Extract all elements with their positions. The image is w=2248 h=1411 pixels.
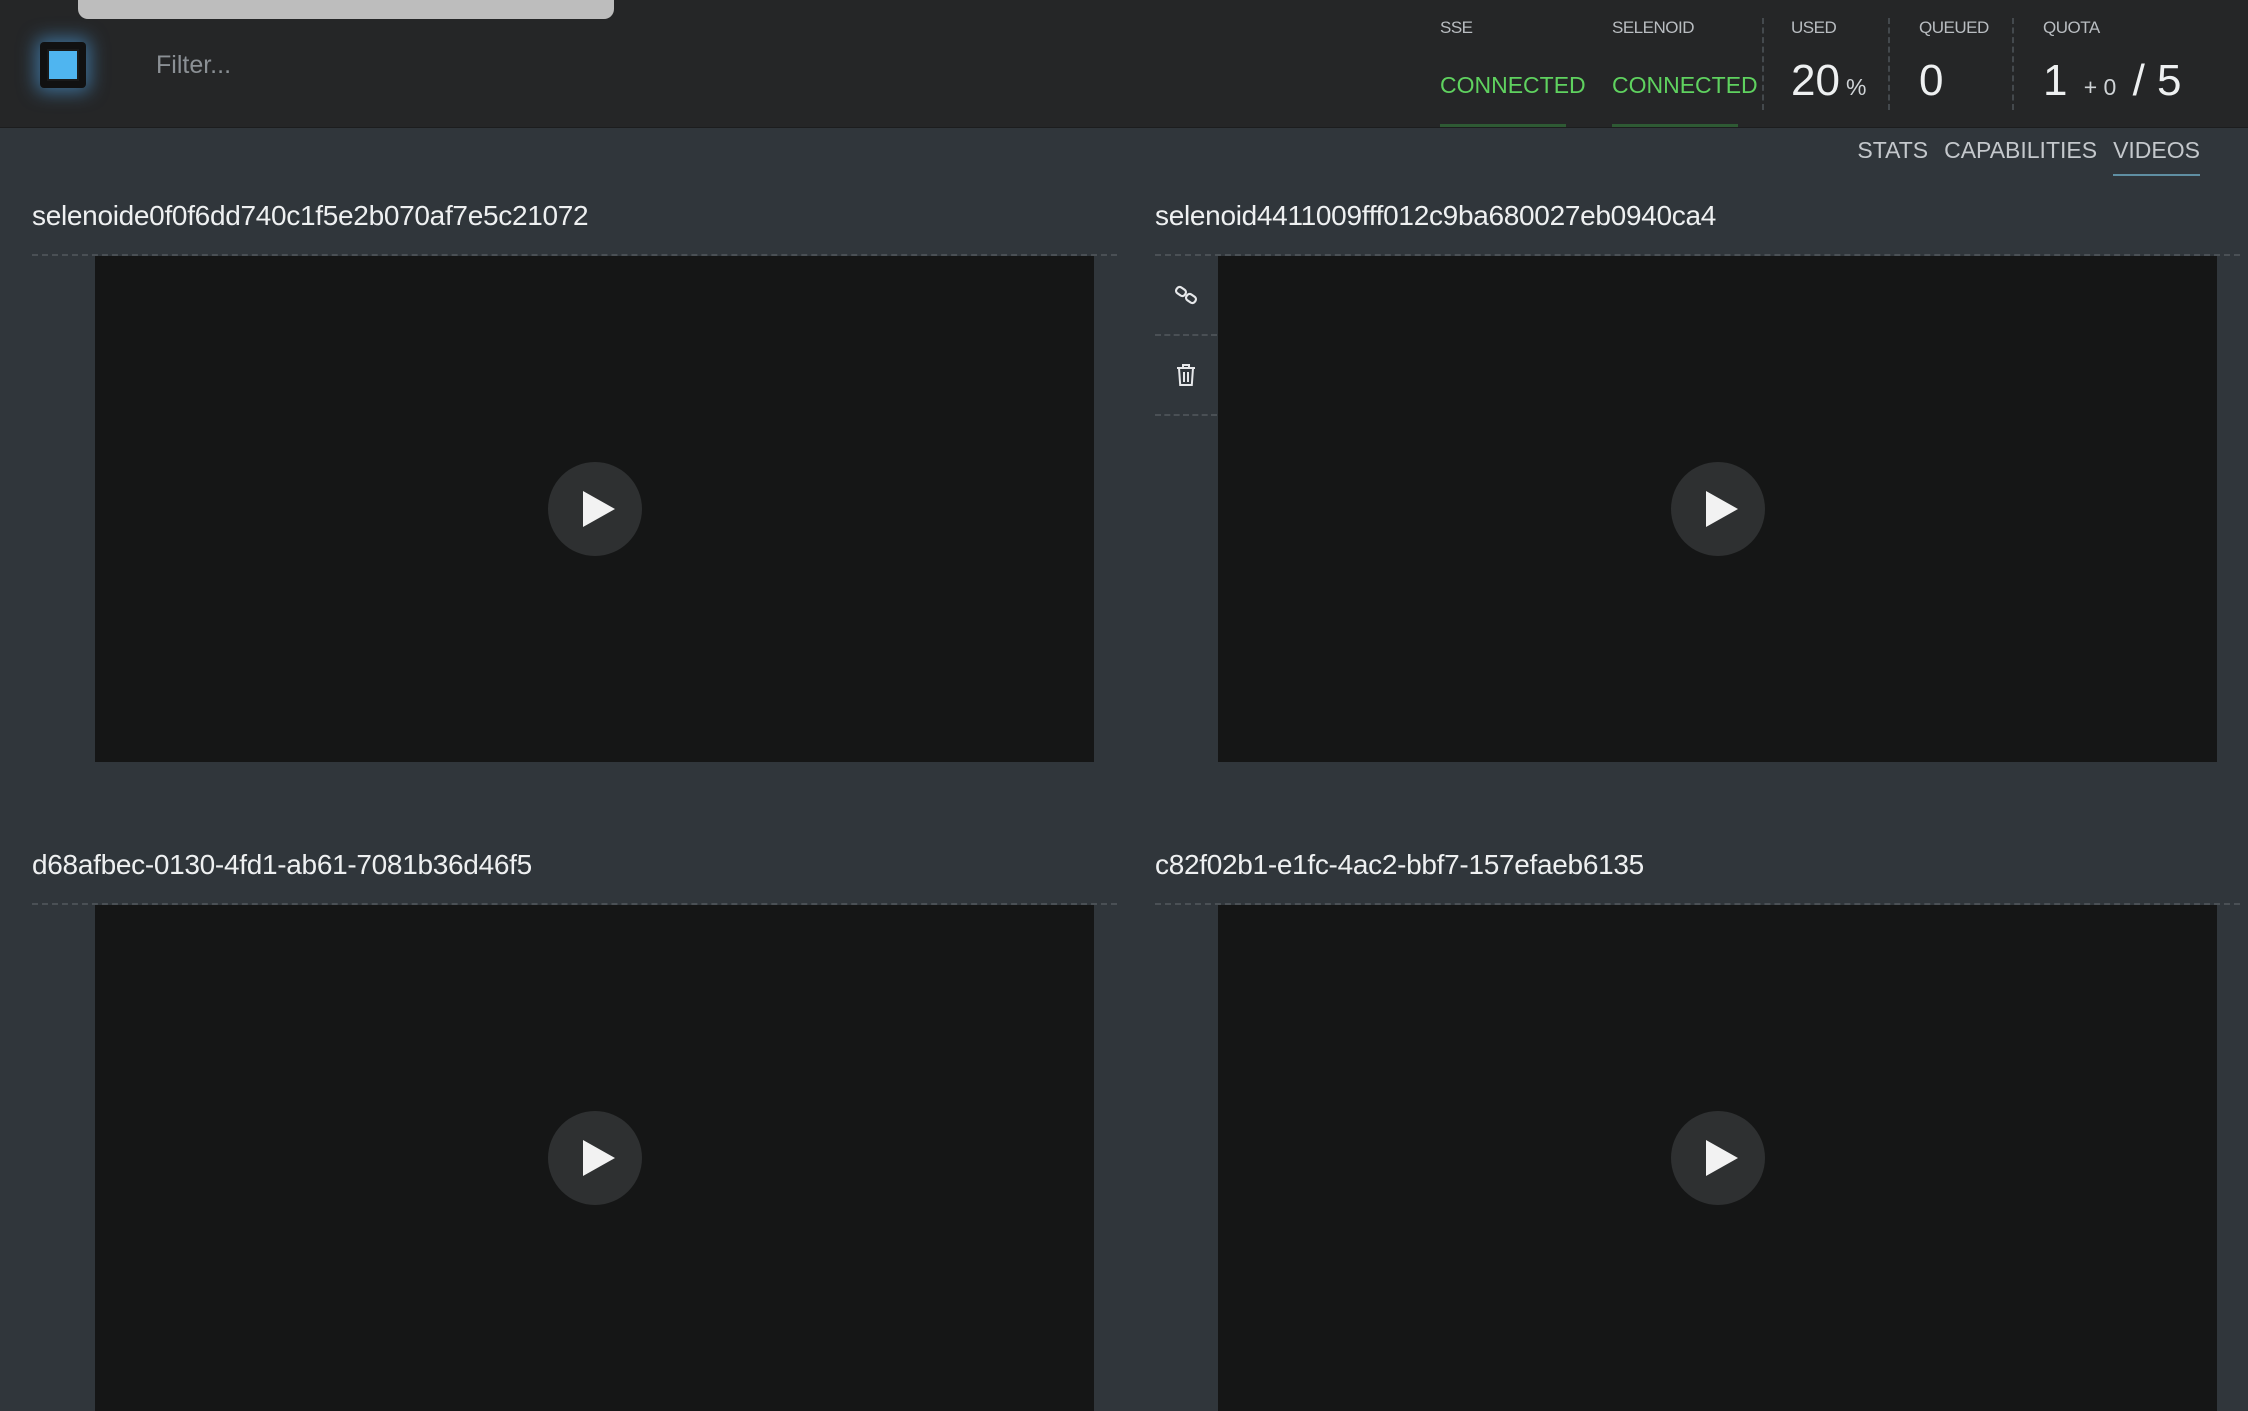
tab-videos[interactable]: VIDEOS [2113,137,2200,176]
play-button[interactable] [547,1111,642,1205]
play-icon [1705,1140,1738,1176]
sse-connected-value: CONNECTED [1440,72,1586,98]
video-card: c82f02b1-e1fc-4ac2-bbf7-157efaeb6135 [1155,849,2240,1411]
video-title: selenoide0f0f6dd740c1f5e2b070af7e5c21072 [32,200,589,231]
sse-status: SSE CONNECTED [1440,0,1586,128]
selenoid-logo[interactable] [40,42,86,88]
selenoid-status: SELENOID CONNECTED [1612,0,1762,128]
play-icon [582,491,615,527]
video-card: selenoid4411009fff012c9ba680027eb0940ca4 [1155,200,2240,780]
video-card: d68afbec-0130-4fd1-ab61-7081b36d46f5 [32,849,1117,1411]
tab-stats[interactable]: STATS [1857,137,1928,170]
separator [2012,18,2014,110]
queued-value: 0 [1919,56,1944,105]
play-icon [582,1140,615,1176]
used-value-wrap: 20% [1791,56,1866,106]
play-icon [1705,491,1738,527]
top-header: SSE CONNECTED SELENOID CONNECTED USED 20… [0,0,2248,128]
view-tabs: STATS CAPABILITIES VIDEOS [1857,128,2200,178]
trash-icon [1177,364,1195,386]
video-title: d68afbec-0130-4fd1-ab61-7081b36d46f5 [32,849,532,880]
video-card: selenoide0f0f6dd740c1f5e2b070af7e5c21072 [32,200,1117,780]
delete-video-button[interactable] [1155,336,1217,416]
used-unit: % [1845,74,1867,100]
used-label: USED [1791,18,1837,37]
used-stat: USED 20% [1791,0,1881,128]
quota-value: 1 [2043,56,2068,105]
quota-total: / 5 [2132,56,2182,105]
video-player[interactable] [95,905,1094,1411]
play-button[interactable] [1670,1111,1765,1205]
sse-underline [1440,124,1566,127]
selenoid-connected-value: CONNECTED [1612,72,1758,98]
video-title: selenoid4411009fff012c9ba680027eb0940ca4 [1155,200,1717,231]
queued-stat: QUEUED 0 [1919,0,2009,128]
quota-pending: + 0 [2083,74,2117,100]
queued-label: QUEUED [1919,18,1989,37]
tab-capabilities[interactable]: CAPABILITIES [1944,137,2097,170]
filter-input[interactable] [140,40,740,90]
link-icon [1174,285,1198,305]
video-player[interactable] [1218,256,2217,762]
quota-value-wrap: 1 + 0 / 5 [2043,56,2182,106]
sse-label: SSE [1440,18,1473,37]
quota-stat: QUOTA 1 + 0 / 5 [2043,0,2213,128]
play-button[interactable] [1670,462,1765,556]
selenoid-label: SELENOID [1612,18,1694,37]
video-player[interactable] [1218,905,2217,1411]
video-actions [1155,256,1217,416]
logo-square-icon [47,49,79,81]
video-player[interactable] [95,256,1094,762]
separator [1762,18,1764,110]
quota-label: QUOTA [2043,18,2100,37]
selenoid-underline [1612,124,1738,127]
video-title: c82f02b1-e1fc-4ac2-bbf7-157efaeb6135 [1155,849,1644,880]
browser-tab-overlay [78,0,614,19]
play-button[interactable] [547,462,642,556]
separator [1888,18,1890,110]
used-value: 20 [1791,56,1840,105]
copy-link-button[interactable] [1155,256,1217,336]
